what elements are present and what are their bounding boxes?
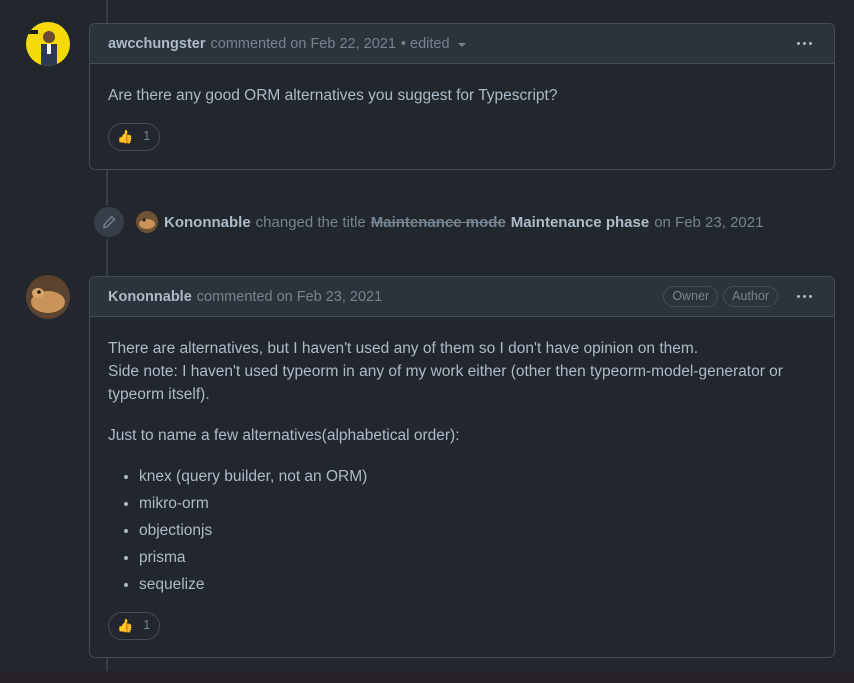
- comment-text: Are there any good ORM alternatives you …: [108, 87, 558, 104]
- avatar[interactable]: [26, 275, 70, 319]
- comment-header: awcchungster commented on Feb 22, 2021 •…: [90, 24, 834, 64]
- event-actor[interactable]: Kononnable: [164, 214, 251, 231]
- comment-text-line: Side note: I haven't used typeorm in any…: [108, 363, 783, 403]
- owner-badge: Owner: [663, 286, 719, 307]
- list-item: sequelize: [139, 573, 816, 596]
- comment-body: Are there any good ORM alternatives you …: [90, 64, 834, 167]
- pencil-icon: [92, 205, 126, 239]
- reaction-count: 1: [143, 618, 151, 632]
- timeline-line-bottom: [106, 658, 108, 671]
- author-badge: Author: [723, 286, 778, 307]
- comment-text-line: There are alternatives, but I haven't us…: [108, 340, 699, 357]
- title-change-event: Kononnable changed the title Maintenance…: [92, 205, 763, 239]
- thumbs-up-icon: 👍: [117, 129, 134, 144]
- list-item: prisma: [139, 546, 816, 569]
- comment-header: Kononnable commented on Feb 23, 2021 Own…: [90, 277, 834, 317]
- chevron-down-icon[interactable]: [457, 42, 466, 47]
- more-options-icon[interactable]: [793, 291, 816, 302]
- reaction-button[interactable]: 👍 1: [108, 611, 161, 640]
- timeline-line-mid2: [106, 238, 108, 276]
- reaction-button[interactable]: 👍 1: [108, 122, 161, 151]
- reaction-count: 1: [143, 129, 151, 143]
- more-options-icon[interactable]: [793, 38, 816, 49]
- list-item: knex (query builder, not an ORM): [139, 465, 816, 488]
- timeline-line-top: [106, 0, 108, 24]
- comment-paragraph: Just to name a few alternatives(alphabet…: [108, 427, 460, 444]
- edited-indicator[interactable]: • edited: [401, 36, 450, 52]
- comment-paragraph: There are alternatives, but I haven't us…: [108, 337, 816, 406]
- event-date[interactable]: on Feb 23, 2021: [654, 214, 763, 231]
- bottom-strip: [0, 671, 854, 683]
- comment-body: There are alternatives, but I haven't us…: [90, 317, 834, 656]
- timeline-line-mid1: [106, 170, 108, 206]
- old-title: Maintenance mode: [370, 213, 506, 231]
- comment-author[interactable]: Kononnable: [108, 289, 192, 305]
- avatar[interactable]: [26, 22, 70, 66]
- thumbs-up-icon: 👍: [117, 618, 134, 633]
- comment-timestamp[interactable]: commented on Feb 23, 2021: [197, 289, 382, 305]
- comment-timestamp[interactable]: commented on Feb 22, 2021: [211, 36, 396, 52]
- event-actor-avatar[interactable]: [136, 211, 158, 233]
- list-item: objectionjs: [139, 519, 816, 542]
- comment-card: awcchungster commented on Feb 22, 2021 •…: [89, 23, 835, 170]
- comment-author[interactable]: awcchungster: [108, 36, 206, 52]
- alternatives-list: knex (query builder, not an ORM) mikro-o…: [108, 465, 816, 596]
- event-action: changed the title: [255, 213, 366, 231]
- new-title: Maintenance phase: [510, 213, 650, 231]
- list-item: mikro-orm: [139, 492, 816, 515]
- comment-card: Kononnable commented on Feb 23, 2021 Own…: [89, 276, 835, 658]
